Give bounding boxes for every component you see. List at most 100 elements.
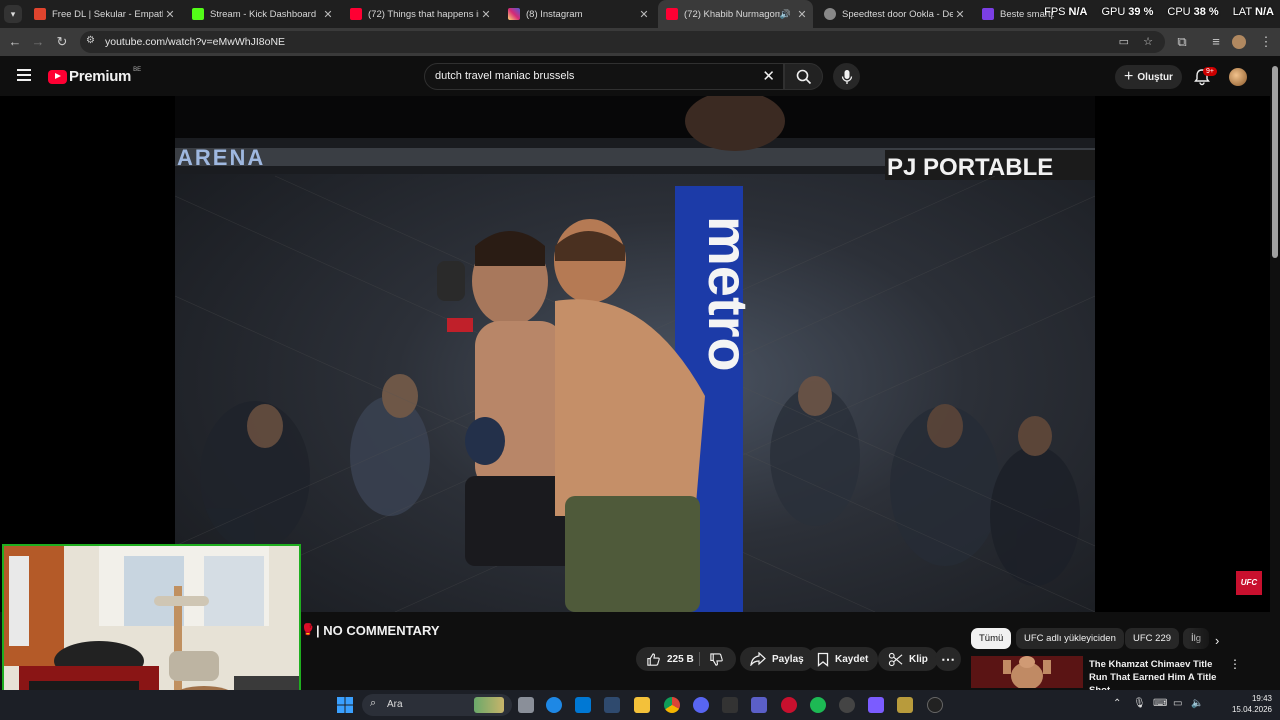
chip-from-uploader[interactable]: UFC adlı yükleyiciden: [1016, 628, 1124, 649]
app-purple-icon[interactable]: [868, 697, 884, 713]
file-explorer-icon[interactable]: [634, 697, 650, 713]
arena-sign: ARENA: [177, 145, 265, 170]
tab-search-dropdown[interactable]: ▾: [4, 5, 22, 23]
close-tab-icon[interactable]: ✕: [321, 8, 335, 21]
search-icon: [796, 69, 812, 85]
account-avatar[interactable]: [1229, 68, 1247, 86]
like-count[interactable]: 225 B: [667, 654, 694, 665]
bookmark-star-icon[interactable]: ☆: [1143, 35, 1153, 48]
app-red-icon[interactable]: [781, 697, 797, 713]
back-arrow-icon[interactable]: ←: [6, 33, 24, 51]
address-bar[interactable]: ⚙ youtube.com/watch?v=eMwWhJI8oNE ▭ ☆: [80, 31, 1165, 53]
close-tab-icon[interactable]: ✕: [637, 8, 651, 21]
chip-all[interactable]: Tümü: [971, 628, 1012, 649]
close-tab-icon[interactable]: ✕: [163, 8, 177, 21]
clip-button[interactable]: Klip: [878, 647, 938, 671]
steam-icon[interactable]: [604, 697, 620, 713]
obs-icon[interactable]: [839, 697, 855, 713]
cast-icon[interactable]: ▭: [1119, 35, 1129, 48]
microsoft-store-icon[interactable]: [575, 697, 591, 713]
metro-post-logo: metro: [697, 216, 760, 372]
plus-icon: +: [1124, 68, 1134, 85]
microphone-icon: [841, 69, 852, 84]
chip-fade: [1188, 626, 1240, 652]
video-frame: ARENA PJ PORTABLE metro: [175, 96, 1095, 612]
youtube-masthead: Premium BE dutch travel maniac brussels …: [0, 56, 1270, 96]
voice-search-button[interactable]: [833, 63, 860, 90]
chrome-icon[interactable]: [664, 697, 680, 713]
site-info-icon[interactable]: ⚙: [86, 35, 95, 46]
search-input[interactable]: dutch travel maniac brussels ✕: [424, 63, 784, 90]
title-emoji-icon: 🥊: [301, 624, 315, 636]
search-icon: ⌕: [370, 697, 377, 709]
browser-tab[interactable]: Beste smartphones met de zo: [974, 0, 1054, 28]
keyboard-tray-icon[interactable]: ⌨: [1153, 698, 1167, 709]
browser-tab[interactable]: (72) Things that happens in Bru ✕: [342, 0, 497, 28]
discord-icon[interactable]: [693, 697, 709, 713]
profile-avatar-icon[interactable]: [1232, 35, 1246, 49]
microphone-tray-icon[interactable]: 🎙: [1133, 698, 1146, 709]
app-dark-icon[interactable]: [927, 697, 943, 713]
teams-icon[interactable]: [751, 697, 767, 713]
recommended-thumbnail[interactable]: [971, 656, 1083, 688]
chip-ufc-229[interactable]: UFC 229: [1125, 628, 1180, 649]
bookmark-icon: [817, 652, 829, 667]
performance-overlay: FPS N/A GPU 39 % CPU 38 % LAT N/A: [1044, 6, 1274, 18]
browser-tab-strip: ▾ Free DL | Sekular - Empathy (Gl ✕ Stre…: [0, 0, 1280, 28]
dislike-button[interactable]: [700, 647, 734, 671]
audio-playing-icon[interactable]: 🔊: [780, 9, 791, 20]
thumbs-up-icon[interactable]: [646, 652, 661, 667]
close-tab-icon[interactable]: ✕: [953, 8, 967, 21]
video-title: | NO COMMENTARY: [316, 623, 440, 638]
lat-stat: LAT N/A: [1232, 6, 1274, 18]
browser-tab[interactable]: Stream - Kick Dashboard ✕: [184, 0, 339, 28]
forward-arrow-icon[interactable]: →: [29, 33, 47, 51]
save-button[interactable]: Kaydet: [807, 647, 879, 671]
extensions-icon[interactable]: ⧉: [1173, 33, 1191, 51]
search-button[interactable]: [784, 63, 823, 90]
clear-search-icon[interactable]: ✕: [762, 67, 775, 85]
thumbs-down-icon: [710, 652, 723, 666]
tray-chevron-up-icon[interactable]: ⌃: [1113, 698, 1121, 709]
media-controls-icon[interactable]: ≡: [1207, 33, 1225, 51]
browser-tab[interactable]: Free DL | Sekular - Empathy (Gl ✕: [26, 0, 181, 28]
browser-tab[interactable]: Speedtest door Ookla - De wer ✕: [816, 0, 971, 28]
scrollbar-thumb[interactable]: [1272, 66, 1278, 258]
close-tab-icon[interactable]: ✕: [795, 8, 809, 21]
create-button[interactable]: + Oluştur: [1115, 65, 1182, 89]
app-icon[interactable]: [722, 697, 738, 713]
more-actions-button[interactable]: ⋯: [935, 647, 961, 671]
more-horizontal-icon: ⋯: [941, 650, 955, 667]
chevron-right-icon[interactable]: ›: [1215, 633, 1219, 648]
more-vertical-icon[interactable]: ⋮: [1229, 657, 1241, 671]
hamburger-menu-icon[interactable]: [17, 69, 31, 81]
browser-tab[interactable]: (8) Instagram ✕: [500, 0, 655, 28]
spotify-icon[interactable]: [810, 697, 826, 713]
youtube-favicon-icon: [350, 8, 362, 20]
edge-browser-icon[interactable]: [546, 697, 562, 713]
volume-tray-icon[interactable]: 🔈: [1191, 698, 1203, 709]
video-player[interactable]: ARENA PJ PORTABLE metro: [175, 96, 1095, 612]
cpu-stat: CPU 38 %: [1167, 6, 1219, 18]
taskbar-clock[interactable]: 19:43 15.04.2026: [1212, 693, 1272, 715]
app-gold-icon[interactable]: [897, 697, 913, 713]
ufc-watermark-logo: UFC: [1236, 571, 1262, 595]
close-tab-icon[interactable]: ✕: [479, 8, 493, 21]
youtube-premium-logo[interactable]: Premium BE: [48, 66, 142, 85]
speedtest-favicon-icon: [824, 8, 836, 20]
share-button[interactable]: Paylaş: [740, 647, 814, 671]
taskbar-search[interactable]: ⌕ Ara: [362, 694, 512, 716]
browser-tab-active[interactable]: (72) Khabib Nurmagomedo 🔊 ✕: [658, 0, 813, 28]
country-code: BE: [133, 66, 142, 73]
reload-icon[interactable]: ↻: [53, 33, 71, 51]
kick-favicon-icon: [192, 8, 204, 20]
task-view-icon[interactable]: [518, 697, 534, 713]
network-tray-icon[interactable]: ▭: [1173, 698, 1182, 709]
url-text[interactable]: youtube.com/watch?v=eMwWhJI8oNE: [105, 36, 285, 48]
soundcloud-favicon-icon: [34, 8, 46, 20]
site-favicon-icon: [982, 8, 994, 20]
gpu-stat: GPU 39 %: [1101, 6, 1154, 18]
browser-menu-icon[interactable]: ⋮: [1257, 33, 1275, 51]
windows-start-icon[interactable]: [337, 697, 353, 713]
scissors-icon: [888, 652, 903, 666]
